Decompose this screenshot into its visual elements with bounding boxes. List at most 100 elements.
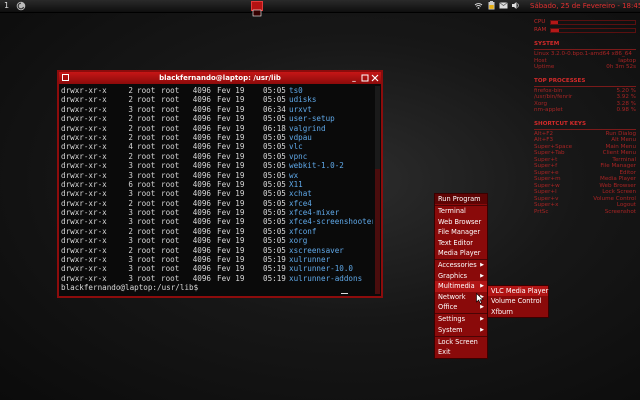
listing-group: root xyxy=(161,179,180,189)
menu-item-vlc-media-player[interactable]: VLC Media Player xyxy=(488,286,548,297)
panel-clock[interactable]: Sábado, 25 de Fevereiro - 18:45 xyxy=(530,0,640,12)
listing-row: drwxr-xr-x 3 root root 4096 Fev 19 05:05 xfce4-… xyxy=(61,217,373,226)
menu-item-file-manager[interactable]: File Manager xyxy=(435,227,487,237)
listing-row: drwxr-xr-x 4 root root 4096 Fev 19 05:05 vlc xyxy=(61,142,373,151)
listing-size: 4096 xyxy=(192,226,211,236)
directory-name: valgrind xyxy=(289,123,326,133)
listing-time: 05:05 xyxy=(263,236,286,246)
menu-item-terminal[interactable]: Terminal xyxy=(435,206,487,216)
menu-item-text-editor[interactable]: Text Editor xyxy=(435,238,487,248)
wifi-icon[interactable] xyxy=(474,1,483,10)
listing-owner: root xyxy=(137,142,156,152)
menu-item-multimedia[interactable]: Multimedia ▶ xyxy=(435,281,487,292)
directory-name: xfce4-screenshooter xyxy=(289,217,373,227)
menu-item-label: Web Browser xyxy=(438,217,482,226)
listing-links: 3 xyxy=(128,104,133,114)
menu-item-web-browser[interactable]: Web Browser xyxy=(435,217,487,227)
listing-owner: root xyxy=(137,179,156,189)
listing-row: drwxr-xr-x 2 root root 4096 Fev 19 05:05 xfce4 xyxy=(61,199,373,208)
listing-group: root xyxy=(161,104,180,114)
listing-size: 4096 xyxy=(192,273,211,283)
workspace-indicator[interactable]: 1 xyxy=(4,0,9,12)
listing-size: 4096 xyxy=(192,123,211,133)
directory-name: xulrunner-addons xyxy=(289,273,363,283)
listing-owner: root xyxy=(137,161,156,171)
directory-name: vpnc xyxy=(289,151,308,161)
menu-item-run-program[interactable]: Run Program xyxy=(435,194,487,205)
listing-date: Fev 19 xyxy=(217,198,245,208)
listing-time: 05:05 xyxy=(263,142,286,152)
menu-item-label: Media Player xyxy=(438,248,481,257)
listing-links: 3 xyxy=(128,217,133,227)
listing-date: Fev 19 xyxy=(217,170,245,180)
divider xyxy=(534,49,636,50)
menu-item-settings[interactable]: Settings ▶ xyxy=(435,314,487,324)
listing-date: Fev 19 xyxy=(217,151,245,161)
listing-row: drwxr-xr-x 2 root root 4096 Fev 19 05:05 vpnc xyxy=(61,152,373,161)
listing-time: 05:05 xyxy=(263,170,286,180)
listing-group: root xyxy=(161,273,180,283)
process-list: firefox-bin 5.20 %/usr/bin/fenrir 3.92 % Xo… xyxy=(534,88,636,114)
terminal-task-button[interactable] xyxy=(251,1,263,17)
listing-date: Fev 19 xyxy=(217,226,245,236)
scrollbar-thumb[interactable] xyxy=(375,169,380,294)
listing-time: 05:05 xyxy=(263,179,286,189)
battery-icon[interactable] xyxy=(487,1,496,10)
listing-row: drwxr-xr-x 2 root root 4096 Fev 19 05:05 xfconf xyxy=(61,227,373,236)
uptime-label: Uptime xyxy=(534,64,555,70)
listing-owner: root xyxy=(137,255,156,265)
listing-links: 3 xyxy=(128,273,133,283)
listing-group: root xyxy=(161,255,180,265)
listing-date: Fev 19 xyxy=(217,104,245,114)
process-row: nm-applet 0.98 % xyxy=(534,107,636,114)
listing-row: drwxr-xr-x 3 root root 4096 Fev 19 05:05 wx xyxy=(61,171,373,180)
menu-item-accessories[interactable]: Accessories ▶ xyxy=(435,260,487,270)
menu-item-system[interactable]: System ▶ xyxy=(435,325,487,335)
menu-item-exit[interactable]: Exit xyxy=(435,347,487,357)
ram-meter: RAM xyxy=(534,26,636,34)
listing-perm: drwxr-xr-x xyxy=(61,189,107,199)
terminal-output[interactable]: drwxr-xr-x 2 root root 4096 Fev 19 05:05 ts0 drw… xyxy=(61,86,373,294)
listing-row: drwxr-xr-x 2 root root 4096 Fev 19 05:05 udisks xyxy=(61,95,373,104)
shortcuts-heading: SHORTCUT KEYS xyxy=(534,120,586,127)
listing-date: Fev 19 xyxy=(217,273,245,283)
listing-row: drwxr-xr-x 3 root root 4096 Fev 19 05:19 xulrun… xyxy=(61,274,373,283)
close-button[interactable] xyxy=(371,74,379,82)
listing-perm: drwxr-xr-x xyxy=(61,226,107,236)
directory-name: webkit-1.0-2 xyxy=(289,161,344,171)
menu-item-media-player[interactable]: Media Player xyxy=(435,248,487,258)
menu-item-volume-control[interactable]: Volume Control xyxy=(488,296,548,306)
listing-perm: drwxr-xr-x xyxy=(61,273,107,283)
listing-row: drwxr-xr-x 2 root root 4096 Fev 19 06:18 valgri… xyxy=(61,124,373,133)
listing-links: 3 xyxy=(128,264,133,274)
listing-owner: root xyxy=(137,245,156,255)
maximize-button[interactable] xyxy=(361,74,369,82)
notification-icon[interactable] xyxy=(499,1,508,10)
listing-perm: drwxr-xr-x xyxy=(61,151,107,161)
conky-monitor: CPU RAM SYSTEM Linux 3.2.0-0.bpo.1-amd64… xyxy=(534,18,636,215)
minimize-button[interactable]: _ xyxy=(350,74,358,82)
debian-swirl-icon[interactable] xyxy=(16,1,26,11)
listing-date: Fev 19 xyxy=(217,179,245,189)
terminal-window[interactable]: blackfernando@laptop: /usr/lib _ drwxr-x… xyxy=(57,70,383,298)
listing-owner: root xyxy=(137,132,156,142)
listing-links: 2 xyxy=(128,245,133,255)
listing-links: 4 xyxy=(128,142,133,152)
listing-size: 4096 xyxy=(192,198,211,208)
listing-time: 05:05 xyxy=(263,217,286,227)
menu-item-xfburn[interactable]: Xfburn xyxy=(488,307,548,317)
divider xyxy=(534,85,636,87)
volume-icon[interactable] xyxy=(511,1,520,10)
menu-item-graphics[interactable]: Graphics ▶ xyxy=(435,271,487,281)
shortcut-action: Screenshot xyxy=(604,208,636,215)
directory-name: ts0 xyxy=(289,86,303,95)
prompt-line: blackfernando@laptop:/usr/lib$ xyxy=(61,283,373,292)
directory-name: xscreensaver xyxy=(289,245,344,255)
terminal-scrollbar[interactable] xyxy=(375,86,380,294)
terminal-titlebar[interactable]: blackfernando@laptop: /usr/lib _ xyxy=(59,72,381,84)
cpu-bar xyxy=(550,20,636,25)
listing-date: Fev 19 xyxy=(217,123,245,133)
ram-bar xyxy=(550,28,636,33)
uptime-value: 0h 3m 52s xyxy=(606,64,636,70)
menu-item-lock-screen[interactable]: Lock Screen xyxy=(435,337,487,347)
